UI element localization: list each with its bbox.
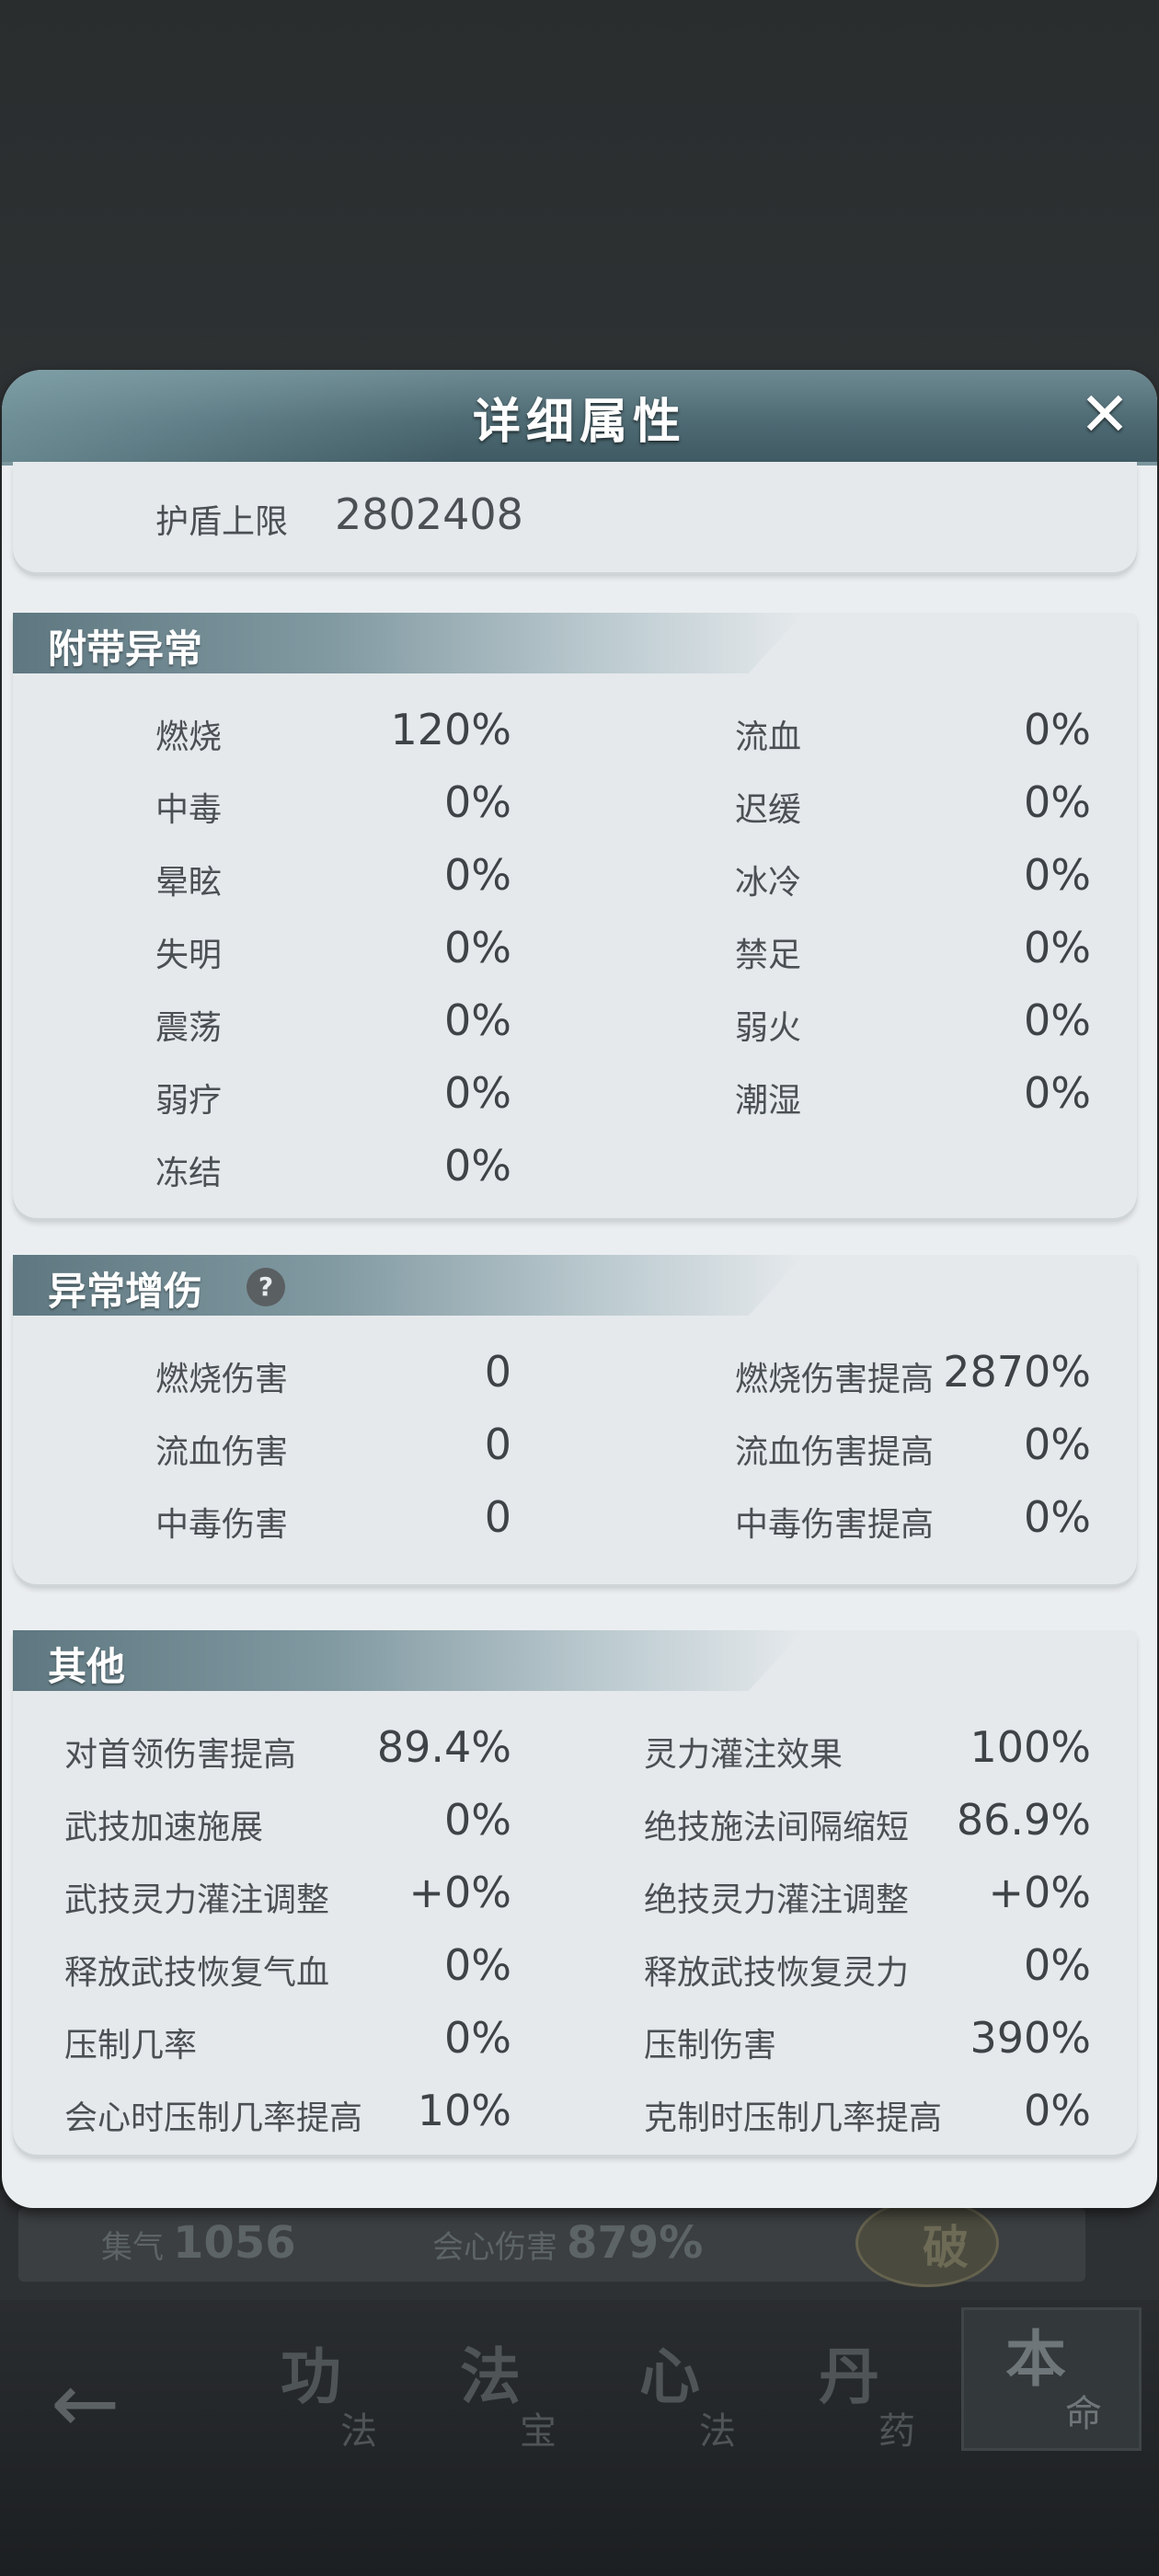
stat-value: 0% [444,777,511,827]
section-title: 附带异常 [48,627,203,672]
stat-label: 绝技施法间隔缩短 [644,1809,910,1846]
stat-value: 0% [444,1141,511,1190]
stat-label: 释放武技恢复气血 [64,1954,330,1992]
stat-value: 0% [1024,2086,1091,2135]
shield-value: 2802408 [335,489,523,539]
stat-value: 0 [484,1492,511,1542]
stat-label: 流血伤害 [155,1433,289,1471]
stat-value: 100% [970,1722,1091,1772]
nav-tab-xinfa[interactable]: 心 法 [598,2328,773,2466]
section-header-status-damage: 异常增伤 ? [13,1255,804,1316]
stat-value: 86.9% [956,1795,1091,1845]
stat-label: 迟缓 [735,791,802,829]
panel-title: 详细属性 [472,395,686,450]
stat-label: 燃烧伤害 [155,1361,289,1398]
stat-value: 0% [1024,705,1091,754]
stat-label: 流血伤害提高 [735,1433,935,1471]
stat-label: 弱火 [735,1009,802,1047]
stat-label: 燃烧伤害提高 [735,1361,935,1398]
close-icon[interactable]: ✕ [1073,383,1137,447]
stat-label: 燃烧 [155,719,223,756]
card-status-damage: 异常增伤 ? 燃烧伤害 0 流血伤害 0 中毒伤害 0 燃烧伤害提高 2870%… [13,1255,1137,1584]
stat-value: 0 [484,1347,511,1397]
stat-value: 0% [444,1795,511,1845]
stat-label: 震荡 [155,1009,223,1047]
stat-label: 弱疗 [155,1082,223,1120]
stat-value: +0% [988,1868,1091,1917]
stat-value: 390% [970,2013,1091,2063]
stat-label: 压制几率 [64,2027,198,2064]
card-other: 其他 对首领伤害提高 89.4% 武技加速施展 0% 武技灵力灌注调整 +0% … [13,1630,1137,2155]
section-header-other: 其他 [13,1630,804,1691]
stat-value: 2870% [943,1347,1091,1397]
nav-tab-benming[interactable]: 本 命 [961,2307,1142,2451]
stat-value: 0% [1024,1420,1091,1469]
section-title: 其他 [48,1644,126,1689]
stat-label: 会心时压制几率提高 [64,2099,363,2137]
stat-label: 压制伤害 [644,2027,777,2064]
stat-label: 武技加速施展 [64,1809,264,1846]
stat-value: 89.4% [376,1722,511,1772]
stat-value: 0% [1024,850,1091,900]
background-breakthrough-badge: 破 [855,2199,999,2287]
panel-header: 详细属性 ✕ [2,370,1157,466]
stat-value: 0% [1024,923,1091,972]
stat-value: 0% [1024,1068,1091,1118]
background-stat-crit-damage: 会心伤害 879% [432,2217,704,2269]
stat-value: 0% [1024,995,1091,1045]
stat-label: 冰冷 [735,864,802,902]
nav-tab-danyao[interactable]: 丹 药 [777,2328,952,2466]
stat-label: 灵力灌注效果 [644,1736,843,1774]
background-stat-charge: 集气 1056 [101,2217,296,2269]
stat-label: 中毒伤害提高 [735,1506,935,1544]
card-status-effects: 附带异常 燃烧 120% 中毒 0% 晕眩 0% 失明 0% 震荡 0% 弱疗 … [13,613,1137,1218]
stat-label: 潮湿 [735,1082,802,1120]
stat-label: 晕眩 [155,864,223,902]
stat-label: 对首领伤害提高 [64,1736,297,1774]
stat-value: 0% [444,923,511,972]
stat-label: 中毒 [155,791,223,829]
stat-label: 武技灵力灌注调整 [64,1881,330,1919]
stat-label: 克制时压制几率提高 [644,2099,943,2137]
stat-value: 0 [484,1420,511,1469]
stat-value: 0% [1024,1492,1091,1542]
stat-value: 120% [390,705,511,754]
stat-value: 0% [444,1940,511,1990]
back-arrow-icon[interactable]: ← [51,2355,120,2452]
stat-label: 绝技灵力灌注调整 [644,1881,910,1919]
help-icon[interactable]: ? [247,1268,285,1306]
stat-value: +0% [408,1868,511,1917]
stat-value: 10% [417,2086,511,2135]
stat-value: 0% [444,995,511,1045]
stat-value: 0% [444,2013,511,2063]
stat-label: 失明 [155,937,223,974]
detail-attributes-panel: 详细属性 ✕ 护盾上限 2802408 附带异常 燃烧 120% 中毒 0% 晕… [2,370,1157,2208]
nav-tab-gongfa[interactable]: 功 法 [239,2328,414,2466]
section-title: 异常增伤 [48,1269,203,1314]
shield-label: 护盾上限 [155,503,289,541]
stat-value: 0% [1024,1940,1091,1990]
stat-value: 0% [444,850,511,900]
card-shield: 护盾上限 2802408 [13,462,1137,572]
stat-label: 中毒伤害 [155,1506,289,1544]
nav-tab-fabao[interactable]: 法 宝 [419,2328,593,2466]
stat-label: 流血 [735,719,802,756]
stat-label: 禁足 [735,937,802,974]
stat-value: 0% [1024,777,1091,827]
section-header-status-effects: 附带异常 [13,613,804,673]
stat-label: 释放武技恢复灵力 [644,1954,910,1992]
stat-value: 0% [444,1068,511,1118]
stat-label: 冻结 [155,1155,223,1192]
